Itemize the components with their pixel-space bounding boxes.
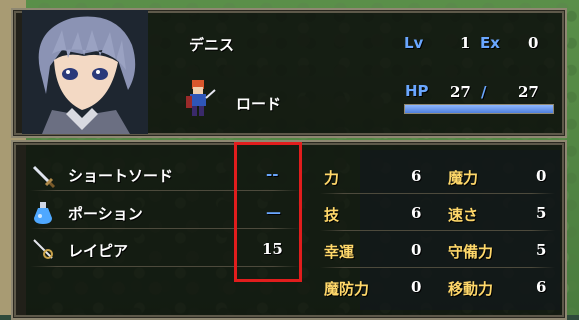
stat-divider — [320, 193, 555, 194]
unit-name: デニス — [189, 36, 235, 54]
exp-label: Ex — [480, 34, 500, 52]
stat-value: 6 — [411, 204, 422, 222]
unit-class: ロード — [236, 95, 282, 113]
level-label: Lv — [404, 34, 424, 52]
stat-value: 0 — [411, 278, 422, 296]
hp-bar — [404, 104, 554, 114]
stat-value: 0 — [411, 241, 422, 259]
item-name[interactable]: ショートソード — [68, 165, 173, 186]
item-name[interactable]: レイピア — [68, 240, 128, 261]
sword-icon — [32, 165, 56, 189]
item-name[interactable]: ポーション — [68, 203, 143, 224]
hp-current: 27 — [450, 83, 471, 101]
stat-divider — [320, 267, 555, 268]
hp-label: HP — [405, 82, 429, 100]
stat-label: 幸運 — [324, 243, 355, 261]
stat-label: 魔防力 — [324, 280, 370, 298]
stat-label: 力 — [324, 169, 340, 187]
level-value: 1 — [460, 34, 471, 52]
stat-label: 速さ — [448, 206, 479, 224]
stat-label: 技 — [324, 206, 340, 224]
character-portrait — [22, 10, 148, 134]
stat-value: 5 — [536, 204, 547, 222]
rapier-icon — [33, 239, 53, 259]
unit-map-sprite — [186, 80, 216, 116]
stat-value: 6 — [536, 278, 547, 296]
hp-bar-fill — [405, 105, 553, 113]
stat-value: 5 — [536, 241, 547, 259]
potion-icon — [34, 202, 52, 224]
hp-separator: / — [481, 83, 487, 101]
stat-label: 魔力 — [448, 169, 479, 187]
highlight-box — [234, 142, 302, 282]
stat-label: 移動力 — [448, 280, 494, 298]
stat-divider — [320, 230, 555, 231]
hp-max: 27 — [518, 83, 539, 101]
exp-value: 0 — [528, 34, 539, 52]
stat-label: 守備力 — [448, 243, 494, 261]
stat-value: 0 — [536, 167, 547, 185]
stat-value: 6 — [411, 167, 422, 185]
